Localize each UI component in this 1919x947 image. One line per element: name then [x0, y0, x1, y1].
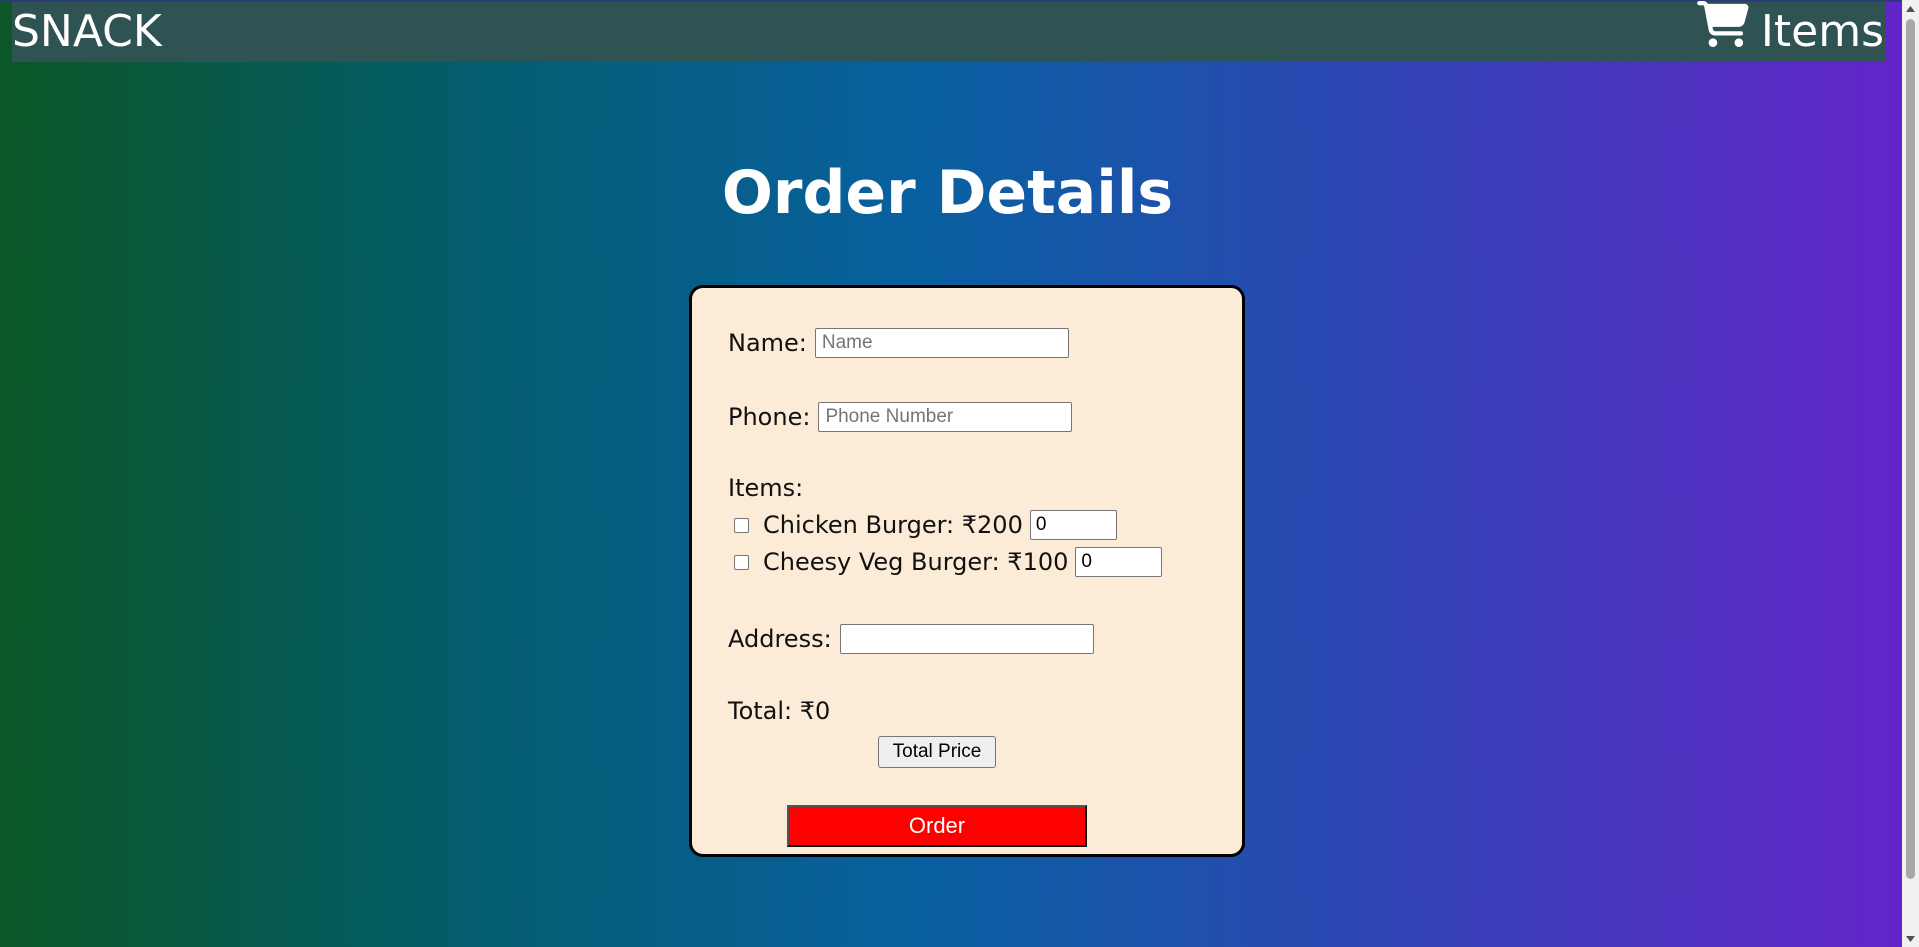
order-form-card: Name: Phone: Items: Chicken Burger: ₹200… — [689, 285, 1245, 857]
order-button[interactable]: Order — [787, 805, 1087, 847]
chicken-burger-label: Chicken Burger: ₹200 — [763, 511, 1023, 539]
scrollbar-thumb[interactable] — [1906, 19, 1915, 879]
items-row: Items: — [728, 474, 803, 502]
scroll-down-arrow-icon[interactable] — [1902, 930, 1919, 947]
name-label: Name: — [728, 329, 807, 357]
shopping-cart-icon — [1697, 1, 1761, 63]
navbar: SNACK Items — [12, 1, 1886, 63]
cheesy-veg-burger-checkbox[interactable] — [734, 554, 749, 570]
name-row: Name: — [728, 328, 1069, 358]
address-row: Address: — [728, 624, 1094, 654]
address-input[interactable] — [839, 624, 1094, 654]
address-label: Address: — [728, 625, 832, 653]
vertical-scrollbar[interactable] — [1902, 0, 1919, 947]
cart-items-link[interactable]: Items — [1697, 1, 1884, 63]
page-title: Order Details — [721, 158, 1174, 228]
phone-label: Phone: — [728, 403, 811, 431]
name-input[interactable] — [814, 328, 1069, 358]
item-cheesy-veg-burger: Cheesy Veg Burger: ₹100 — [734, 547, 1163, 577]
total-price-button[interactable]: Total Price — [878, 736, 996, 768]
cheesy-veg-burger-label: Cheesy Veg Burger: ₹100 — [763, 548, 1069, 576]
cart-label: Items — [1760, 6, 1884, 57]
chicken-burger-checkbox[interactable] — [734, 517, 749, 533]
cheesy-veg-burger-quantity-input[interactable] — [1075, 547, 1163, 577]
chicken-burger-quantity-input[interactable] — [1029, 510, 1117, 540]
phone-input[interactable] — [818, 402, 1073, 432]
item-chicken-burger: Chicken Burger: ₹200 — [734, 510, 1117, 540]
total-row: Total: ₹0 — [728, 697, 830, 725]
items-label: Items: — [728, 474, 804, 502]
scroll-up-arrow-icon[interactable] — [1902, 0, 1919, 17]
phone-row: Phone: — [728, 402, 1073, 432]
total-text: Total: ₹0 — [728, 697, 831, 725]
brand-logo-text[interactable]: SNACK — [12, 2, 162, 62]
